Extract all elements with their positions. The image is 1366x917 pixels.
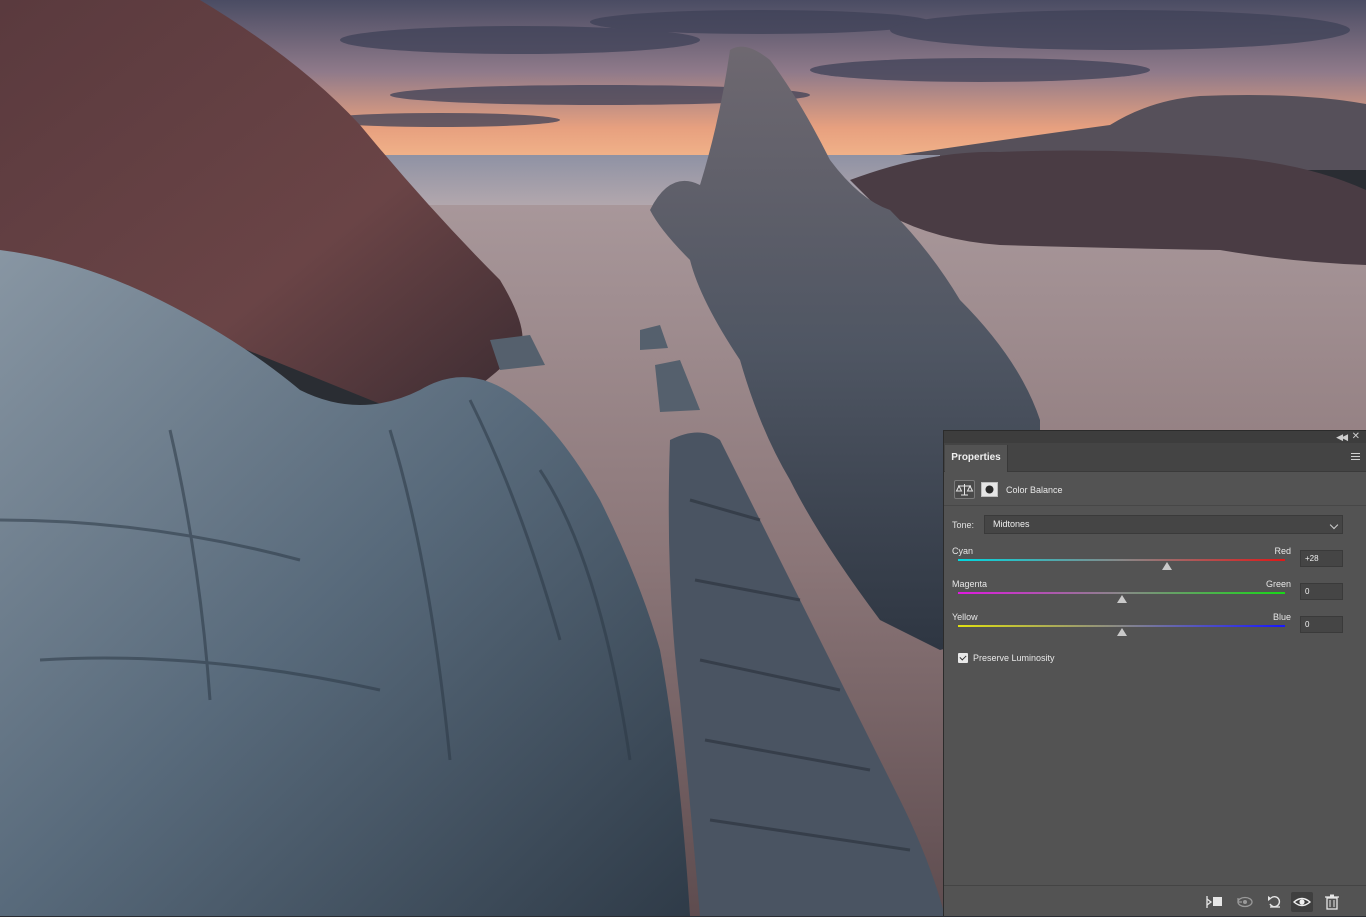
slider-left-label: Cyan (952, 546, 974, 556)
adjustment-title: Color Balance (1006, 485, 1063, 495)
panel-menu-icon[interactable] (1351, 453, 1360, 460)
clip-to-layer-icon[interactable] (1204, 892, 1226, 912)
yellow-blue-value-input[interactable]: 0 (1300, 616, 1343, 633)
magenta-green-slider: Magenta Green 0 (944, 579, 1366, 609)
slider-right-label: Blue (1272, 612, 1291, 622)
slider-left-label: Magenta (952, 579, 988, 589)
tone-label: Tone: (952, 520, 975, 530)
visibility-eye-icon[interactable] (1291, 892, 1313, 912)
adjustment-header: Color Balance (944, 472, 1366, 506)
properties-panel: ◀◀ ✕ Properties Color Balance Tone: Midt… (943, 430, 1366, 916)
close-icon[interactable]: ✕ (1352, 431, 1360, 443)
cyan-red-slider: Cyan Red +28 (944, 546, 1366, 576)
slider-thumb[interactable] (1116, 595, 1127, 603)
slider-track[interactable] (958, 625, 1285, 627)
yellow-blue-slider: Yellow Blue 0 (944, 612, 1366, 642)
panel-bottom-toolbar (944, 885, 1366, 917)
tab-properties[interactable]: Properties (945, 445, 1008, 472)
panel-tab-bar: Properties (944, 443, 1366, 472)
tone-dropdown[interactable]: Midtones (984, 515, 1343, 534)
view-previous-state-icon[interactable] (1234, 892, 1256, 912)
slider-thumb[interactable] (1116, 628, 1127, 636)
color-balance-scale-icon[interactable] (954, 480, 975, 499)
magenta-green-value-input[interactable]: 0 (1300, 583, 1343, 600)
panel-title-bar[interactable]: ◀◀ ✕ (944, 431, 1366, 443)
slider-right-label: Red (1274, 546, 1291, 556)
reset-icon[interactable] (1264, 892, 1286, 912)
preserve-luminosity-label: Preserve Luminosity (973, 653, 1055, 663)
slider-thumb[interactable] (1162, 562, 1173, 570)
checkbox-checked-icon[interactable] (958, 653, 968, 663)
slider-right-label: Green (1265, 579, 1291, 589)
collapse-icon[interactable]: ◀◀ (1336, 431, 1348, 443)
chevron-down-icon (1329, 520, 1339, 530)
tone-dropdown-value: Midtones (993, 519, 1030, 529)
cyan-red-value-input[interactable]: +28 (1300, 550, 1343, 567)
slider-left-label: Yellow (952, 612, 978, 622)
slider-track[interactable] (958, 559, 1285, 561)
trash-icon[interactable] (1321, 892, 1343, 912)
slider-track[interactable] (958, 592, 1285, 594)
layer-mask-icon[interactable] (980, 481, 999, 498)
